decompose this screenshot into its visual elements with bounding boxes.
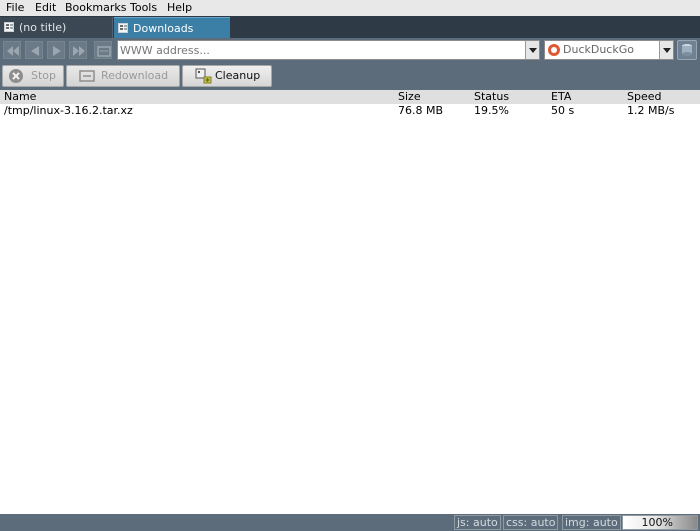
- redownload-button[interactable]: Redownload: [66, 65, 180, 87]
- search-engine-dropdown[interactable]: [659, 41, 673, 59]
- back-arrow-icon: [31, 46, 39, 56]
- forward-arrow-icon: [53, 46, 61, 56]
- url-input[interactable]: [120, 42, 522, 58]
- tab-downloads[interactable]: Downloads: [114, 17, 230, 38]
- tab-label: (no title): [19, 21, 67, 34]
- js-status-toggle[interactable]: js: auto: [454, 515, 501, 530]
- column-header-speed[interactable]: Speed: [627, 90, 661, 104]
- reload-icon: [97, 46, 111, 57]
- css-status-toggle[interactable]: css: auto: [503, 515, 559, 530]
- menu-bar: File Edit Bookmarks Tools Help: [0, 0, 700, 17]
- column-header-status[interactable]: Status: [474, 90, 509, 104]
- tab-strip: (no title) Downloads: [0, 16, 700, 38]
- column-header-size[interactable]: Size: [398, 90, 421, 104]
- downloads-list: /tmp/linux-3.16.2.tar.xz 76.8 MB 19.5% 5…: [0, 104, 700, 514]
- img-status-toggle[interactable]: img: auto: [562, 515, 621, 530]
- redownload-icon: [79, 70, 95, 82]
- download-status: 19.5%: [474, 104, 509, 117]
- downloads-page-icon: [118, 23, 128, 33]
- cleanup-label: Cleanup: [215, 69, 261, 82]
- page-icon: [4, 22, 14, 32]
- menu-edit[interactable]: Edit: [35, 1, 56, 15]
- download-eta: 50 s: [551, 104, 575, 117]
- forward-button[interactable]: [47, 41, 65, 59]
- rewind-icon: [7, 46, 19, 56]
- reload-button[interactable]: [94, 41, 112, 59]
- fast-forward-icon: [73, 46, 85, 56]
- menu-bookmarks[interactable]: Bookmarks: [65, 1, 126, 15]
- cleanup-icon: [195, 68, 212, 84]
- menu-help[interactable]: Help: [167, 1, 192, 15]
- cleanup-button[interactable]: Cleanup: [182, 65, 272, 87]
- status-bar: js: auto css: auto img: auto 100%: [0, 514, 700, 531]
- duckduckgo-icon: [548, 44, 560, 56]
- rewind-button[interactable]: [3, 41, 21, 59]
- go-button[interactable]: [677, 40, 697, 60]
- download-name: /tmp/linux-3.16.2.tar.xz: [4, 104, 133, 117]
- stop-icon: [9, 69, 23, 83]
- download-speed: 1.2 MB/s: [627, 104, 675, 117]
- url-history-dropdown[interactable]: [525, 41, 539, 59]
- search-engine-label: DuckDuckGo: [563, 43, 634, 56]
- zoom-level[interactable]: 100%: [622, 515, 698, 530]
- column-header-eta[interactable]: ETA: [551, 90, 571, 104]
- redownload-label: Redownload: [101, 69, 169, 82]
- stop-button[interactable]: Stop: [2, 65, 64, 87]
- fast-forward-button[interactable]: [69, 41, 87, 59]
- menu-tools[interactable]: Tools: [130, 1, 157, 15]
- back-button[interactable]: [25, 41, 43, 59]
- tab-no-title[interactable]: (no title): [0, 17, 113, 38]
- menu-file[interactable]: File: [6, 1, 24, 15]
- downloads-list-header: Name Size Status ETA Speed: [0, 90, 700, 105]
- tab-label: Downloads: [133, 22, 194, 35]
- search-engine-box[interactable]: DuckDuckGo: [544, 40, 674, 60]
- download-row[interactable]: /tmp/linux-3.16.2.tar.xz 76.8 MB 19.5% 5…: [0, 104, 700, 117]
- stop-label: Stop: [31, 69, 57, 82]
- download-size: 76.8 MB: [398, 104, 444, 117]
- go-icon: [682, 44, 692, 56]
- column-header-name[interactable]: Name: [4, 90, 36, 104]
- address-bar[interactable]: [117, 40, 540, 60]
